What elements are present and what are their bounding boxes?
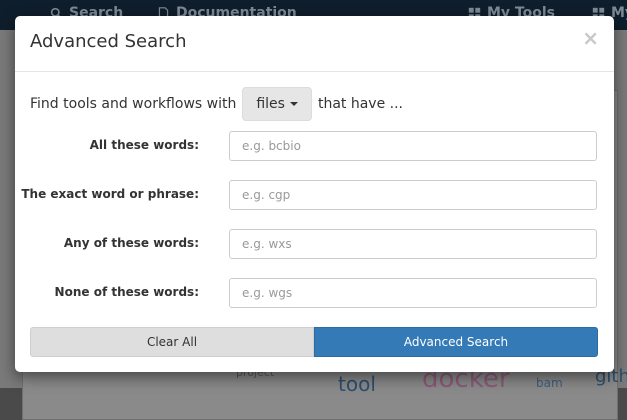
none-words-label: None of these words: [54, 285, 199, 299]
find-prefix-text: Find tools and workflows with [30, 96, 237, 112]
form-row-all-words: All these words: [15, 131, 614, 161]
advanced-search-button[interactable]: Advanced Search [314, 327, 598, 357]
exact-phrase-input[interactable] [229, 180, 597, 210]
find-suffix-text: that have ... [317, 96, 404, 112]
none-words-input[interactable] [229, 278, 597, 308]
find-row: Find tools and workflows with files that… [30, 87, 403, 121]
files-dropdown-label: files [256, 96, 285, 112]
any-words-input[interactable] [229, 229, 597, 259]
modal-header: Advanced Search × [15, 16, 614, 72]
files-dropdown-button[interactable]: files [242, 87, 312, 121]
form-row-any-words: Any of these words: [15, 229, 614, 259]
advanced-search-modal: Advanced Search × Find tools and workflo… [15, 16, 614, 372]
clear-all-button[interactable]: Clear All [30, 327, 314, 357]
modal-actions: Clear All Advanced Search [30, 327, 598, 357]
any-words-label: Any of these words: [63, 236, 199, 250]
exact-phrase-label: The exact word or phrase: [21, 187, 199, 201]
all-words-label: All these words: [89, 138, 199, 152]
caret-down-icon [289, 102, 298, 106]
form-row-none-words: None of these words: [15, 278, 614, 308]
tag-word: tool [338, 372, 376, 396]
all-words-input[interactable] [229, 131, 597, 161]
form-row-exact-phrase: The exact word or phrase: [15, 180, 614, 210]
close-icon[interactable]: × [582, 28, 599, 48]
modal-title: Advanced Search [30, 31, 187, 52]
